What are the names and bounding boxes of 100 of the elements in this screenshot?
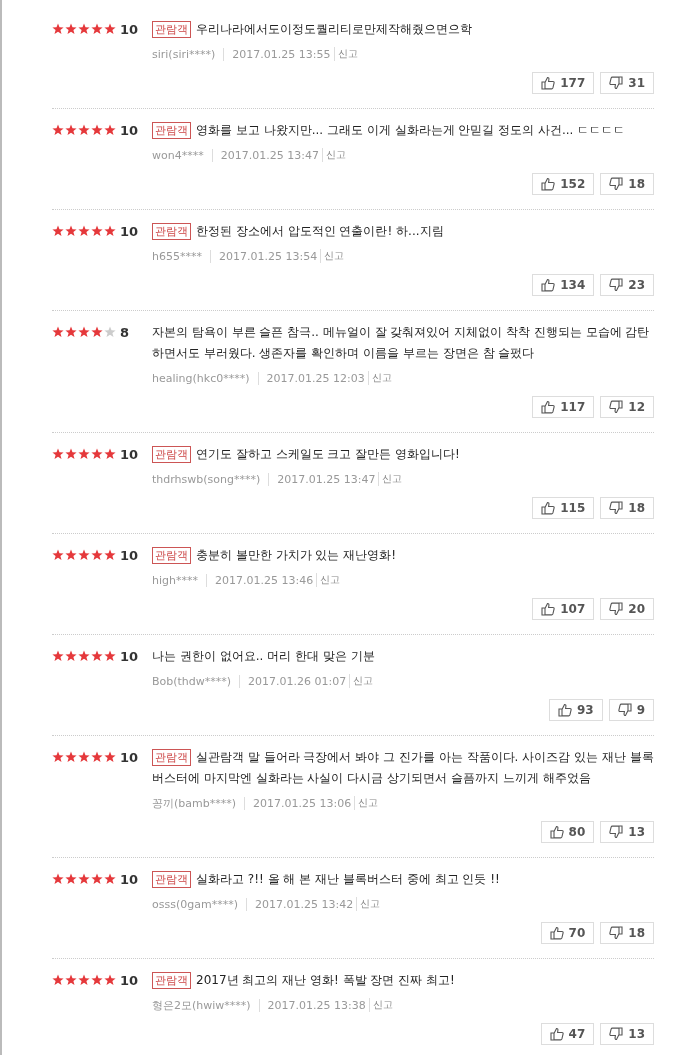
like-button[interactable]: 107: [532, 598, 595, 620]
star-icon: [78, 549, 90, 561]
thumbs-up-icon: [541, 278, 556, 292]
star-icon: [65, 650, 77, 662]
thumbs-down-icon: [609, 400, 624, 414]
review-text: 관람객 한정된 장소에서 압도적인 연출이란! 하...지림: [152, 221, 654, 242]
star-icon: [65, 549, 77, 561]
rating-score: 10: [120, 972, 139, 988]
thumbs-down-icon: [609, 926, 624, 940]
star-icon: [91, 549, 103, 561]
report-link[interactable]: 신고: [349, 674, 374, 688]
report-link[interactable]: 신고: [316, 573, 341, 587]
review-date: 2017.01.25 13:38: [258, 998, 366, 1012]
report-link[interactable]: 신고: [368, 998, 393, 1012]
star-icon: [52, 326, 64, 338]
dislike-button[interactable]: 31: [600, 72, 654, 94]
report-link[interactable]: 신고: [320, 249, 345, 263]
review-text: 관람객 실화라고 ?!! 올 해 본 재난 블록버스터 중에 최고 인듯 !!: [152, 869, 654, 890]
viewer-badge: 관람객: [152, 446, 191, 463]
star-icon: [78, 124, 90, 136]
star-icon: [104, 124, 116, 136]
viewer-badge: 관람객: [152, 21, 191, 38]
like-button[interactable]: 115: [532, 497, 595, 519]
author-name: h655****: [152, 249, 202, 263]
star-icon: [52, 751, 64, 763]
thumbs-down-icon: [609, 602, 624, 616]
viewer-badge: 관람객: [152, 871, 191, 888]
star-icon: [78, 650, 90, 662]
author-name: thdrhswb(song****): [152, 472, 261, 486]
viewer-badge: 관람객: [152, 223, 191, 240]
star-icon: [91, 448, 103, 460]
dislike-button[interactable]: 12: [600, 396, 654, 418]
like-button[interactable]: 47: [540, 1023, 595, 1045]
star-icon: [91, 873, 103, 885]
report-link[interactable]: 신고: [333, 47, 358, 61]
report-link[interactable]: 신고: [367, 371, 392, 385]
thumbs-up-icon: [549, 825, 564, 839]
star-icon: [52, 549, 64, 561]
star-icon: [91, 650, 103, 662]
report-link[interactable]: 신고: [354, 796, 379, 810]
thumbs-up-icon: [541, 177, 556, 191]
like-button[interactable]: 117: [532, 396, 595, 418]
star-icon: [52, 974, 64, 986]
review-text: 관람객 충분히 볼만한 가치가 있는 재난영화!: [152, 545, 654, 566]
review-date: 2017.01.25 13:46: [206, 573, 314, 587]
review-text: 자본의 탐욕이 부른 슬픈 참극.. 메뉴얼이 잘 갖춰져있어 지체없이 착착 진행되는 모습에 감탄하면서도 부러웠다. 생존자를 확인하며 이름을 부르는 장면은 참 슬펐다: [152, 324, 651, 362]
review-date: 2017.01.25 13:55: [223, 47, 331, 61]
like-button[interactable]: 152: [532, 173, 595, 195]
like-button[interactable]: 70: [540, 922, 595, 944]
star-icon: [78, 326, 90, 338]
like-button[interactable]: 80: [540, 821, 595, 843]
star-icon: [104, 650, 116, 662]
viewer-badge: 관람객: [152, 972, 191, 989]
dislike-button[interactable]: 9: [608, 699, 654, 721]
star-icon: [104, 326, 116, 338]
rating-score: 8: [120, 324, 130, 340]
star-icon: [52, 23, 64, 35]
star-icon: [52, 124, 64, 136]
star-icon: [91, 974, 103, 986]
like-button[interactable]: 177: [532, 72, 595, 94]
review-text: 관람객 2017년 최고의 재난 영화! 폭발 장면 진짜 최고!: [152, 970, 654, 991]
star-icon: [78, 751, 90, 763]
rating-score: 10: [120, 648, 139, 664]
author-name: 형은2모(hwiw****): [152, 997, 251, 1013]
review-date: 2017.01.26 01:07: [239, 674, 347, 688]
dislike-button[interactable]: 18: [600, 173, 654, 195]
thumbs-up-icon: [541, 602, 556, 616]
dislike-button[interactable]: 23: [600, 274, 654, 296]
rating-score: 10: [120, 223, 139, 239]
report-link[interactable]: 신고: [321, 148, 346, 162]
star-icon: [78, 23, 90, 35]
star-icon: [52, 225, 64, 237]
like-button[interactable]: 134: [532, 274, 595, 296]
dislike-button[interactable]: 18: [600, 497, 654, 519]
dislike-button[interactable]: 20: [600, 598, 654, 620]
dislike-button[interactable]: 13: [600, 821, 654, 843]
rating-score: 10: [120, 547, 139, 563]
like-button[interactable]: 93: [548, 699, 603, 721]
star-icon: [52, 873, 64, 885]
star-icon: [65, 326, 77, 338]
report-link[interactable]: 신고: [378, 472, 403, 486]
review-date: 2017.01.25 13:42: [245, 897, 354, 911]
star-icon: [104, 974, 116, 986]
report-link[interactable]: 신고: [356, 897, 381, 911]
star-icon: [65, 873, 77, 885]
star-icon: [65, 751, 77, 763]
dislike-button[interactable]: 18: [600, 922, 654, 944]
star-icon: [91, 751, 103, 763]
star-icon: [52, 448, 64, 460]
rating-score: 10: [120, 871, 139, 887]
dislike-button[interactable]: 13: [600, 1023, 654, 1045]
thumbs-up-icon: [541, 400, 556, 414]
star-icon: [52, 650, 64, 662]
author-name: high****: [152, 573, 198, 587]
star-icon: [91, 23, 103, 35]
thumbs-down-icon: [617, 703, 632, 717]
star-icon: [91, 326, 103, 338]
viewer-badge: 관람객: [152, 547, 191, 564]
rating-score: 10: [120, 122, 139, 138]
star-icon: [65, 448, 77, 460]
